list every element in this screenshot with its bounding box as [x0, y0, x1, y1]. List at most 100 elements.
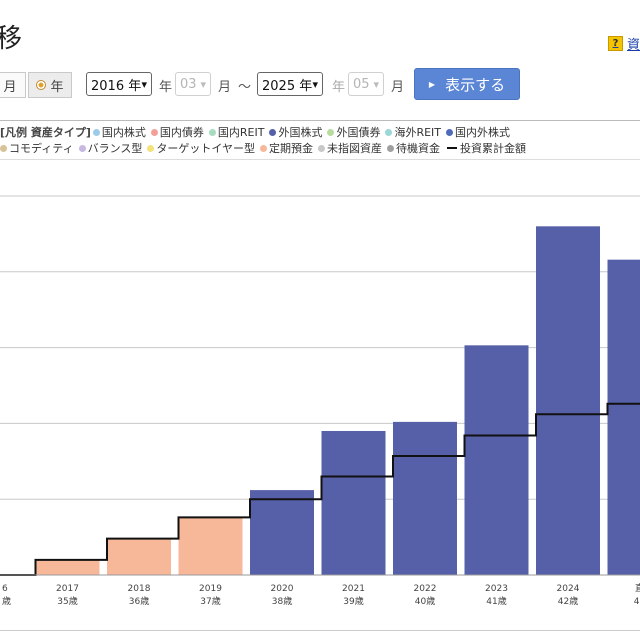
help-link-label: 資	[627, 34, 640, 53]
x-tick-label: 2018	[128, 584, 151, 594]
legend-item-label: 定期預金	[269, 140, 313, 156]
chart-area: 6歳201735歳201836歳201937歳202038歳202139歳202…	[0, 160, 640, 640]
chevron-down-icon: ▾	[312, 78, 318, 91]
x-tick-label: 2017	[56, 584, 79, 594]
legend-dot-icon	[147, 145, 154, 152]
end-year-unit: 年	[332, 76, 345, 95]
chevron-down-icon: ▾	[373, 78, 379, 91]
start-year-unit: 年	[159, 76, 172, 95]
start-year-value: 2016 年	[91, 75, 141, 94]
legend-item-line: 投資累計金額	[445, 140, 526, 156]
x-tick-age-label: 36歳	[129, 595, 149, 607]
chevron-down-icon: ▾	[141, 78, 147, 91]
month-tab-label: 月	[3, 76, 16, 95]
bar-外国株式-2023	[465, 345, 529, 575]
bar-定期預金-2019	[179, 517, 243, 575]
asset-bar-chart: 6歳201735歳201836歳201937歳202038歳202139歳202…	[0, 160, 640, 640]
x-tick-age-label: 42歳	[558, 595, 578, 607]
legend-dot-icon	[93, 129, 100, 136]
legend-title: [凡例 資産タイプ]	[0, 124, 91, 140]
legend-dot-icon	[385, 129, 392, 136]
show-button-label: 表示する	[445, 74, 505, 95]
x-tick-age-label: 歳	[2, 595, 11, 607]
legend-dot-icon	[318, 145, 325, 152]
bar-定期預金-2017	[36, 560, 100, 575]
legend-dot-icon	[79, 145, 86, 152]
chevron-down-icon: ▾	[200, 78, 206, 91]
legend-row-2: コモディティバランス型ターゲットイヤー型定期預金未指図資産待機資金 投資累計金額	[0, 140, 531, 156]
end-month-select[interactable]: 05 ▾	[348, 72, 384, 96]
x-tick-label: 2022	[414, 584, 437, 594]
end-year-value: 2025 年	[262, 75, 312, 94]
start-year-select[interactable]: 2016 年 ▾	[86, 72, 152, 96]
legend-item-label: バランス型	[88, 140, 143, 156]
line-swatch-icon	[447, 147, 457, 149]
legend-dot-icon	[269, 129, 276, 136]
x-tick-age-label: 37歳	[200, 595, 220, 607]
x-tick-label: 直	[635, 582, 640, 594]
legend-line-label: 投資累計金額	[460, 140, 526, 156]
legend: [凡例 資産タイプ] 国内株式国内債券国内REIT外国株式外国債券海外REIT国…	[0, 120, 640, 160]
x-tick-age-label: 39歳	[343, 595, 363, 607]
x-tick-label: 6	[2, 584, 8, 594]
legend-item: 国内株式	[93, 124, 146, 140]
legend-dot-icon	[209, 129, 216, 136]
x-tick-age-label: 41歳	[486, 595, 506, 607]
x-tick-age-label: 42	[634, 597, 640, 607]
legend-items: 国内株式国内債券国内REIT外国株式外国債券海外REIT 国内外株式	[93, 124, 515, 140]
month-tab[interactable]: 月	[0, 72, 26, 98]
legend-dot-icon	[151, 129, 158, 136]
bar-定期預金-2018	[107, 539, 171, 575]
legend-item: コモディティ	[0, 140, 74, 156]
year-tab-label: 年	[50, 76, 63, 95]
legend-item-label: 国内REIT	[218, 124, 265, 140]
end-month-unit: 月	[391, 76, 404, 95]
legend-dot-icon	[260, 145, 267, 152]
legend-dot-icon	[327, 129, 334, 136]
year-tab[interactable]: 年	[28, 72, 72, 98]
legend-item-label: 国内債券	[160, 124, 204, 140]
legend-item: 国内外株式	[446, 124, 510, 140]
start-month-value: 03	[180, 77, 197, 92]
legend-dot-icon	[387, 145, 394, 152]
start-month-unit: 月	[218, 76, 231, 95]
legend-item: 外国株式	[269, 124, 322, 140]
help-link[interactable]: ? 資	[608, 34, 640, 53]
legend-item: 未指図資産	[318, 140, 382, 156]
legend-item: 待機資金	[387, 140, 440, 156]
bar-外国株式-2024	[536, 226, 600, 575]
legend-item-label: 海外REIT	[394, 124, 441, 140]
legend-item-label: 外国債券	[336, 124, 380, 140]
end-year-select[interactable]: 2025 年 ▾	[257, 72, 323, 96]
legend-item-label: 未指図資産	[327, 140, 382, 156]
bar-外国株式-2025	[608, 260, 640, 575]
x-tick-label: 2023	[485, 584, 508, 594]
radio-selected-icon	[36, 80, 46, 90]
start-month-select[interactable]: 03 ▾	[175, 72, 211, 96]
x-tick-age-label: 38歳	[272, 595, 292, 607]
legend-item: 国内債券	[151, 124, 204, 140]
x-tick-label: 2021	[342, 584, 365, 594]
help-icon: ?	[608, 36, 623, 51]
x-tick-label: 2019	[199, 584, 222, 594]
legend-item-label: コモディティ	[9, 140, 74, 156]
legend-item: 定期預金	[260, 140, 313, 156]
x-tick-label: 2024	[557, 584, 580, 594]
show-button[interactable]: ▶ 表示する	[414, 68, 520, 100]
range-separator: ～	[238, 76, 251, 95]
legend-item: バランス型	[79, 140, 143, 156]
legend-item: 国内REIT	[209, 124, 265, 140]
legend-item: 外国債券	[327, 124, 380, 140]
legend-row-1: [凡例 資産タイプ] 国内株式国内債券国内REIT外国株式外国債券海外REIT国…	[0, 124, 515, 140]
legend-item-label: 国内株式	[102, 124, 146, 140]
bar-外国株式-2021	[322, 431, 386, 575]
play-icon: ▶	[429, 80, 435, 89]
legend-item-label: 待機資金	[396, 140, 440, 156]
legend-dot-icon	[446, 129, 453, 136]
legend-dot-icon	[0, 145, 7, 152]
legend-item-label: ターゲットイヤー型	[156, 140, 255, 156]
legend-item: ターゲットイヤー型	[147, 140, 255, 156]
end-month-value: 05	[353, 77, 370, 92]
bar-外国株式-2020	[250, 490, 314, 575]
bar-外国株式-2022	[393, 422, 457, 575]
